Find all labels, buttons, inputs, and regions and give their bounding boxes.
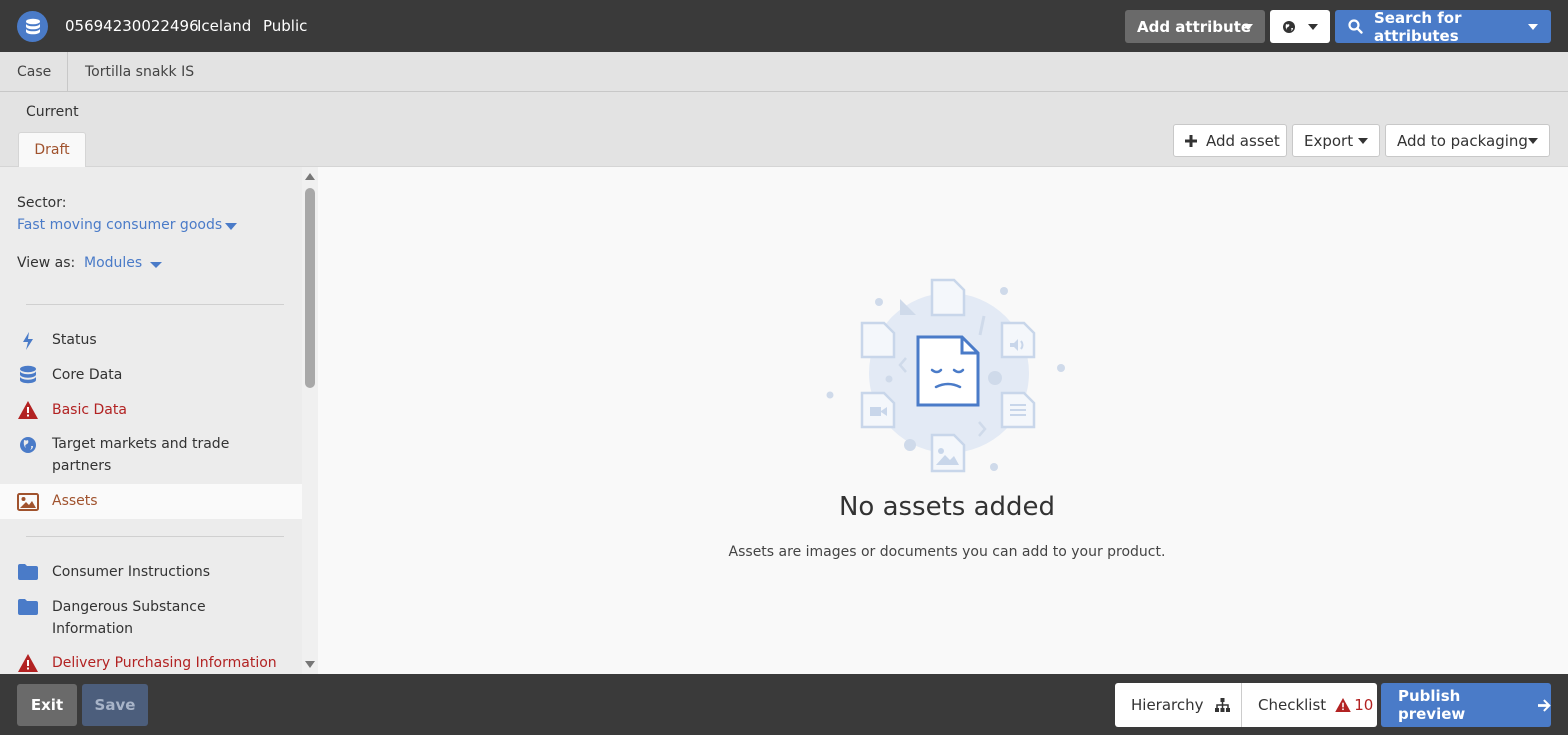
add-asset-label: Add asset — [1206, 131, 1280, 150]
publish-preview-button[interactable]: Publish preview — [1381, 683, 1551, 727]
export-button[interactable]: Export — [1292, 124, 1380, 157]
sidebar-item-target-markets[interactable]: Target markets and trade partners — [0, 433, 302, 479]
scrollbar-thumb[interactable] — [305, 188, 315, 388]
sidebar-item-dangerous-substance[interactable]: Dangerous Substance Information — [0, 596, 302, 642]
scroll-up-arrow[interactable] — [305, 173, 315, 180]
sidebar-item-label: Status — [52, 332, 97, 348]
sector-select[interactable]: Fast moving consumer goods — [17, 217, 237, 233]
sidebar-item-label: Dangerous Substance Information — [52, 599, 206, 637]
chevron-down-icon — [1528, 24, 1538, 30]
sidebar-item-basic-data[interactable]: Basic Data — [0, 399, 302, 425]
globe-icon — [1283, 20, 1295, 33]
sidebar-divider — [26, 536, 284, 537]
sidebar-item-delivery-purchasing[interactable]: Delivery Purchasing Information — [0, 652, 302, 674]
sidebar-item-assets[interactable]: Assets — [0, 484, 302, 519]
bottom-bar: Exit Save Hierarchy Checklist 10 Publish… — [0, 674, 1568, 735]
sidebar-item-status[interactable]: Status — [0, 329, 302, 355]
assets-panel: No assets added Assets are images or doc… — [318, 167, 1568, 674]
folder-icon — [17, 597, 39, 617]
breadcrumb-type[interactable]: Case — [17, 64, 51, 80]
exit-button[interactable]: Exit — [17, 684, 77, 726]
bolt-icon — [17, 331, 39, 351]
warning-icon — [17, 653, 39, 673]
view-as-label: View as: — [17, 255, 76, 271]
search-icon — [1348, 19, 1363, 34]
hierarchy-button[interactable]: Hierarchy — [1115, 683, 1242, 727]
publish-preview-label: Publish preview — [1398, 687, 1466, 723]
search-attributes-button[interactable]: Search for attributes — [1335, 8, 1551, 45]
sidebar-item-label: Basic Data — [52, 402, 127, 418]
checklist-button[interactable]: Checklist 10 — [1241, 683, 1377, 727]
view-as-select[interactable]: Modules — [84, 255, 162, 271]
database-icon[interactable] — [17, 11, 48, 42]
breadcrumb-name: Tortilla snakk IS — [85, 64, 195, 80]
sidebar-item-consumer-instructions[interactable]: Consumer Instructions — [0, 561, 302, 587]
add-attribute-label: Add attribute — [1137, 17, 1252, 36]
chevron-down-icon — [225, 223, 237, 230]
market-label: Iceland — [197, 17, 252, 35]
breadcrumb: Case Tortilla snakk IS — [0, 52, 1568, 92]
language-button[interactable] — [1270, 10, 1330, 43]
sidebar-divider — [26, 304, 284, 305]
sidebar: Sector: Fast moving consumer goods View … — [0, 167, 302, 674]
arrow-right-icon — [1537, 698, 1551, 712]
chevron-down-icon — [150, 262, 162, 268]
add-to-packaging-label: Add to packaging — [1397, 131, 1528, 150]
sidebar-item-label: Consumer Instructions — [52, 564, 211, 580]
top-bar: 05694230022496 Iceland Public Add attrib… — [0, 0, 1568, 52]
empty-assets-illustration — [826, 278, 1065, 473]
sector-label: Sector: — [17, 195, 67, 211]
globe-icon — [17, 435, 39, 455]
add-attribute-button[interactable]: Add attribute — [1125, 10, 1265, 43]
scroll-down-arrow[interactable] — [305, 661, 315, 668]
sidebar-item-label: Assets — [52, 493, 98, 509]
sector-value: Fast moving consumer goods — [17, 217, 223, 233]
version-bar: Current Draft Add asset Export Add to pa… — [0, 92, 1568, 167]
empty-state-description: Assets are images or documents you can a… — [728, 544, 1166, 560]
warning-icon — [1335, 698, 1351, 712]
plus-icon — [1185, 134, 1197, 147]
tab-draft[interactable]: Draft — [18, 132, 86, 167]
checklist-label: Checklist — [1258, 696, 1327, 714]
empty-state-title: No assets added — [838, 492, 1056, 522]
save-button[interactable]: Save — [82, 684, 148, 726]
folder-icon — [17, 562, 39, 582]
gtin-label: 05694230022496 — [65, 17, 199, 35]
sidebar-item-label: Target markets and trade partners — [52, 436, 230, 474]
export-label: Export — [1304, 131, 1354, 150]
search-attributes-label: Search for attributes — [1373, 8, 1462, 45]
current-label: Current — [26, 104, 79, 120]
hierarchy-label: Hierarchy — [1131, 696, 1204, 714]
add-asset-button[interactable]: Add asset — [1173, 124, 1287, 157]
view-as-value: Modules — [84, 255, 143, 271]
chevron-down-icon — [1528, 138, 1538, 144]
chevron-down-icon — [1308, 24, 1318, 30]
visibility-label: Public — [263, 17, 308, 35]
database-icon — [17, 365, 39, 385]
chevron-down-icon — [1243, 24, 1253, 30]
breadcrumb-divider — [67, 52, 68, 92]
sitemap-icon — [1214, 698, 1230, 712]
checklist-count: 10 — [1354, 696, 1374, 714]
sidebar-item-label: Core Data — [52, 367, 123, 383]
add-to-packaging-button[interactable]: Add to packaging — [1385, 124, 1550, 157]
sidebar-item-core-data[interactable]: Core Data — [0, 364, 302, 390]
chevron-down-icon — [1358, 138, 1368, 144]
image-icon — [17, 492, 39, 512]
warning-icon — [17, 400, 39, 420]
sidebar-item-label: Delivery Purchasing Information — [52, 655, 277, 671]
